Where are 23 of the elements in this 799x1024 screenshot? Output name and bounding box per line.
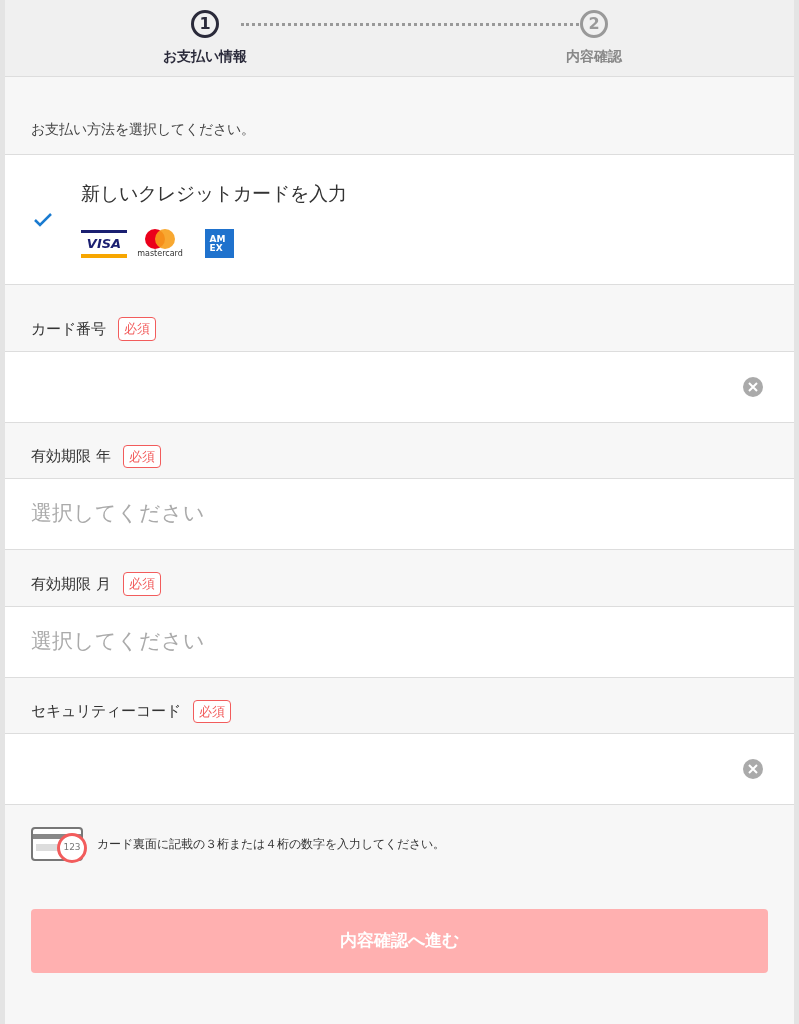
hint-text: カード裏面に記載の３桁または４桁の数字を入力してください。 <box>97 836 445 853</box>
select-field[interactable]: 選択してください <box>5 605 794 678</box>
clear-icon[interactable] <box>742 375 764 398</box>
step-label: お支払い情報 <box>163 47 247 66</box>
required-tag: 必須 <box>122 444 161 468</box>
field-label: カード番号 <box>31 318 106 340</box>
clear-icon[interactable] <box>742 758 764 780</box>
field-label: 有効期限 年 <box>31 446 111 467</box>
step-number: 2 <box>580 10 608 38</box>
payment-option[interactable]: 新しいクレジットカードを入力 VISA mastercard AM EX <box>5 154 794 285</box>
step-number: 1 <box>191 10 219 38</box>
field-label: セキュリティーコード <box>31 701 181 722</box>
required-tag: 必須 <box>118 317 156 341</box>
field-label: 有効期限 月 <box>31 573 111 595</box>
step-label: 内容確認 <box>566 47 622 66</box>
input-field[interactable] <box>5 733 794 805</box>
amex-logo-icon: AM EX <box>205 229 234 259</box>
input-field[interactable] <box>5 350 794 423</box>
select-field[interactable]: 選択してください <box>5 478 794 550</box>
option-label: 新しいクレジットカードを入力 <box>81 181 347 207</box>
instruction-text: お支払い方法を選択してください。 <box>30 120 256 139</box>
required-tag: 必須 <box>193 699 231 723</box>
required-tag: 必須 <box>122 572 161 596</box>
